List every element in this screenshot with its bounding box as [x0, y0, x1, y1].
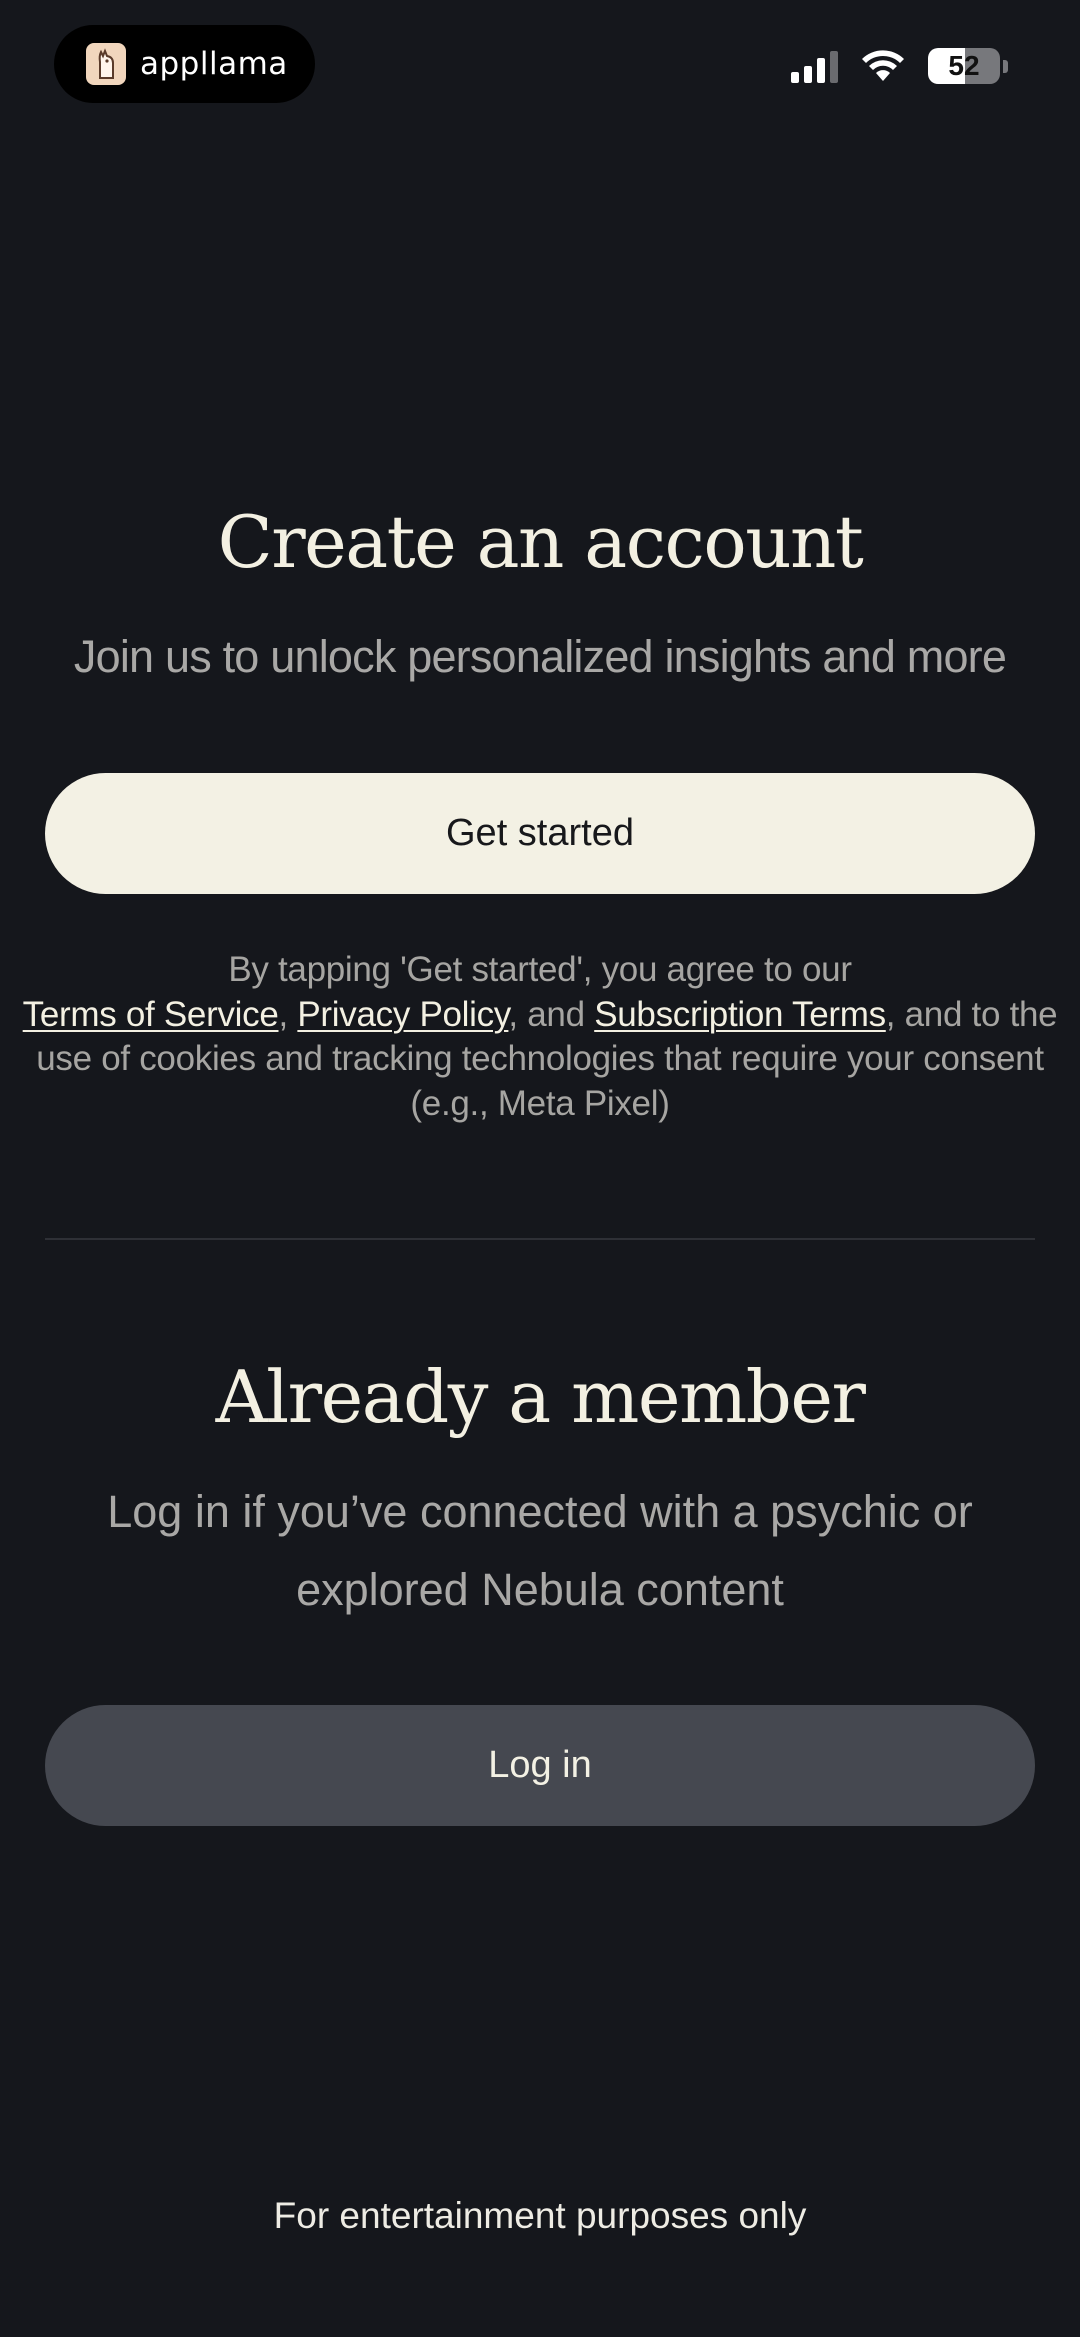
legal-intro: By tapping 'Get started', you agree to o…: [228, 950, 852, 989]
entertainment-disclaimer: For entertainment purposes only: [273, 2195, 807, 2236]
battery-level: 52: [948, 50, 980, 81]
app-pill-label: appllama: [140, 46, 288, 82]
legal-notice: By tapping 'Get started', you agree to o…: [0, 948, 1080, 1126]
battery-icon: 52: [928, 48, 1000, 84]
section-divider: [45, 1238, 1035, 1240]
legal-and: , and: [508, 994, 585, 1034]
privacy-policy-link[interactable]: Privacy Policy: [297, 995, 508, 1034]
subscription-terms-link[interactable]: Subscription Terms: [594, 995, 886, 1034]
already-member-subtitle: Log in if you’ve connected with a psychi…: [107, 1486, 973, 1615]
appllama-pill[interactable]: appllama: [54, 25, 315, 103]
legal-links-line: Terms of Service, Privacy Policy, and Su…: [0, 993, 1080, 1127]
status-indicators: 52: [791, 48, 1008, 84]
cellular-signal-icon: [791, 49, 838, 83]
llama-icon: [86, 43, 126, 85]
create-account-title: Create an account: [217, 500, 864, 584]
already-member-title: Already a member: [215, 1355, 866, 1439]
log-in-button[interactable]: Log in: [45, 1705, 1035, 1826]
legal-comma: ,: [278, 994, 289, 1034]
create-account-subtitle: Join us to unlock personalized insights …: [73, 631, 1007, 682]
wifi-icon: [862, 50, 904, 81]
get-started-button[interactable]: Get started: [45, 773, 1035, 894]
terms-of-service-link[interactable]: Terms of Service: [23, 995, 279, 1034]
